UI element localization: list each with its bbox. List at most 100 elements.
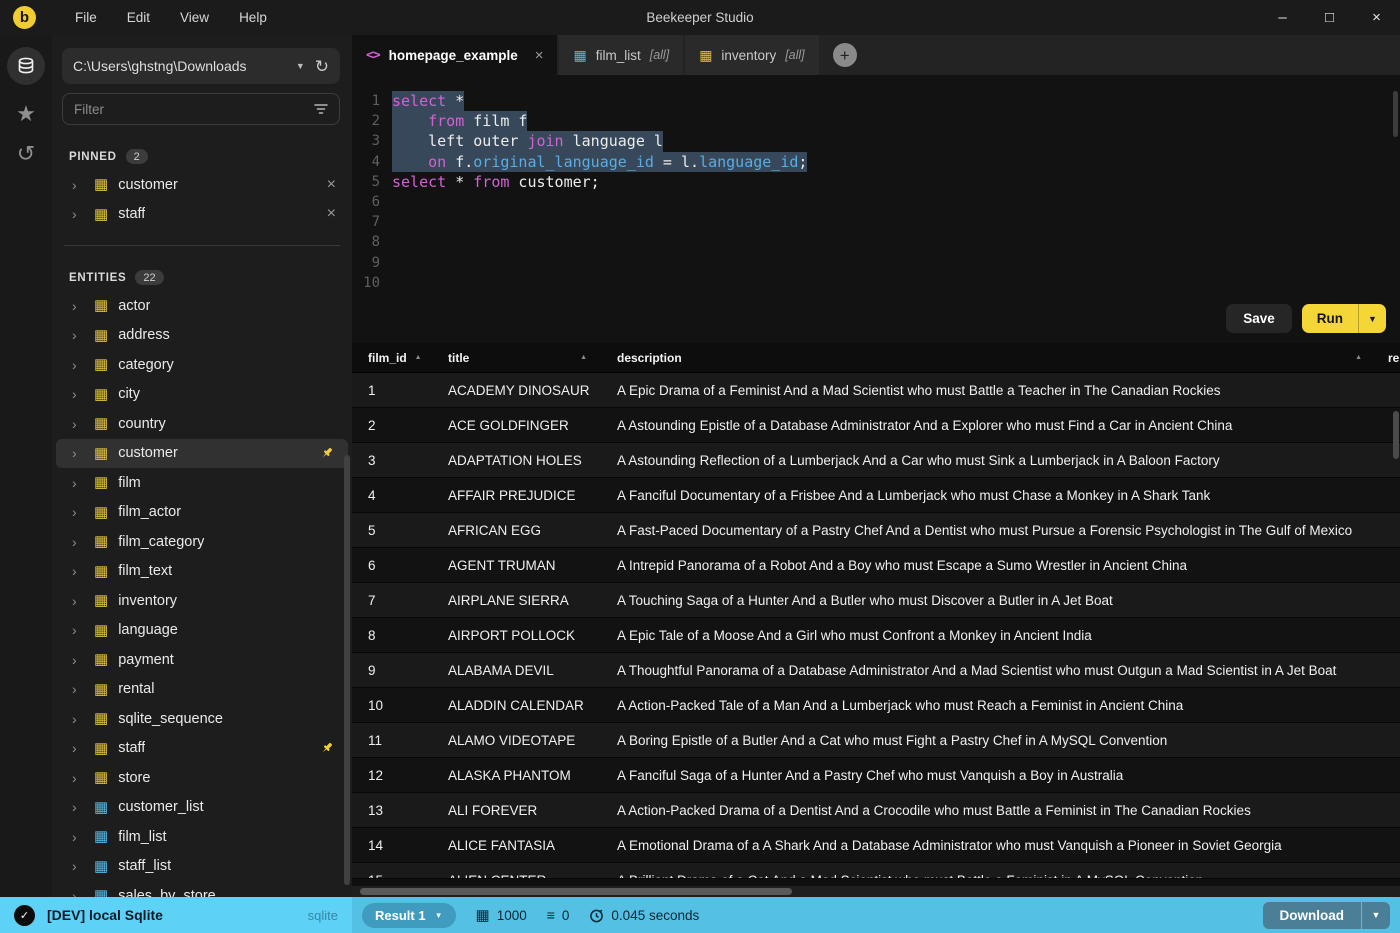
column-header-title[interactable]: title ▲ (448, 351, 617, 365)
tab-homepage_example[interactable]: <> homepage_example × (352, 35, 558, 75)
entity-item-actor[interactable]: › ▦ actor (56, 291, 348, 321)
chevron-right-icon[interactable]: › (72, 417, 87, 431)
entity-item-film_text[interactable]: › ▦ film_text (56, 557, 348, 587)
refresh-icon[interactable]: ↻ (315, 58, 329, 75)
table-row[interactable]: 6 AGENT TRUMAN A Intrepid Panorama of a Ro… (352, 548, 1400, 583)
chevron-right-icon[interactable]: › (72, 859, 87, 873)
entity-item-staff_list[interactable]: › ▦ staff_list (56, 852, 348, 882)
pin-icon[interactable] (320, 741, 334, 755)
table-row[interactable]: 4 AFFAIR PREJUDICE A Fanciful Documentary … (352, 478, 1400, 513)
entity-item-film_category[interactable]: › ▦ film_category (56, 527, 348, 557)
sql-editor[interactable]: 1 select * 2 from film f3 left outer join … (352, 75, 1400, 343)
table-icon: ▦ (94, 710, 109, 728)
chevron-right-icon[interactable]: › (72, 623, 87, 637)
menu-view[interactable]: View (165, 0, 224, 35)
pin-icon[interactable] (320, 446, 334, 460)
chevron-right-icon[interactable]: › (72, 741, 87, 755)
menu-file[interactable]: File (60, 0, 112, 35)
menu-edit[interactable]: Edit (112, 0, 165, 35)
chevron-right-icon[interactable]: › (72, 682, 87, 696)
entity-item-customer[interactable]: › ▦ customer (56, 438, 348, 468)
table-row[interactable]: 10 ALADDIN CALENDAR A Action-Packed Tale o… (352, 688, 1400, 723)
chevron-right-icon[interactable]: › (72, 594, 87, 608)
table-row[interactable]: 11 ALAMO VIDEOTAPE A Boring Epistle of a B… (352, 723, 1400, 758)
favorites-star-icon[interactable]: ★ (16, 103, 36, 125)
column-header-description[interactable]: description ▲ (617, 351, 1386, 365)
table-row[interactable]: 1 ACADEMY DINOSAUR A Epic Drama of a Femin… (352, 373, 1400, 408)
chevron-right-icon[interactable]: › (72, 535, 87, 549)
maximize-icon[interactable]: □ (1306, 0, 1353, 35)
column-header-partial[interactable]: re (1386, 351, 1400, 365)
table-row[interactable]: 13 ALI FOREVER A Action-Packed Drama of a … (352, 793, 1400, 828)
column-header-film-id[interactable]: film_id ▲ (352, 351, 448, 365)
entity-item-city[interactable]: › ▦ city (56, 380, 348, 410)
add-tab-button[interactable]: + (832, 43, 857, 67)
entity-item-store[interactable]: › ▦ store (56, 763, 348, 793)
history-icon[interactable]: ↺ (17, 143, 35, 165)
chevron-right-icon[interactable]: › (72, 830, 87, 844)
close-icon[interactable]: × (1353, 0, 1400, 35)
connection-dropdown[interactable]: C:\Users\ghstng\Downloads ▼ ↻ (62, 48, 340, 84)
chevron-right-icon[interactable]: › (72, 476, 87, 490)
chevron-right-icon[interactable]: › (72, 800, 87, 814)
chevron-right-icon[interactable]: › (72, 446, 87, 460)
entity-item-film[interactable]: › ▦ film (56, 468, 348, 498)
entity-item-payment[interactable]: › ▦ payment (56, 645, 348, 675)
database-tab-button[interactable] (7, 47, 45, 85)
table-row[interactable]: 2 ACE GOLDFINGER A Astounding Epistle of a… (352, 408, 1400, 443)
result-selector-button[interactable]: Result 1 ▼ (362, 902, 456, 928)
entity-item-film_list[interactable]: › ▦ film_list (56, 822, 348, 852)
entity-item-customer_list[interactable]: › ▦ customer_list (56, 793, 348, 823)
pinned-item-staff[interactable]: › ▦ staff × (56, 200, 348, 230)
unpin-close-icon[interactable]: × (327, 206, 336, 222)
chevron-right-icon[interactable]: › (72, 564, 87, 578)
chevron-right-icon[interactable]: › (72, 178, 87, 192)
minimize-icon[interactable]: – (1259, 0, 1306, 35)
chevron-right-icon[interactable]: › (72, 328, 87, 342)
chevron-right-icon[interactable]: › (72, 207, 87, 221)
entity-item-sqlite_sequence[interactable]: › ▦ sqlite_sequence (56, 704, 348, 734)
chevron-right-icon[interactable]: › (72, 505, 87, 519)
pinned-item-customer[interactable]: › ▦ customer × (56, 170, 348, 200)
chevron-right-icon[interactable]: › (72, 358, 87, 372)
table-row[interactable]: 12 ALASKA PHANTOM A Fanciful Saga of a Hun… (352, 758, 1400, 793)
entity-item-inventory[interactable]: › ▦ inventory (56, 586, 348, 616)
run-options-caret[interactable]: ▼ (1359, 304, 1386, 333)
chevron-right-icon[interactable]: › (72, 299, 87, 313)
chevron-right-icon[interactable]: › (72, 889, 87, 897)
menu-help[interactable]: Help (224, 0, 282, 35)
table-row[interactable]: 9 ALABAMA DEVIL A Thoughtful Panorama of a… (352, 653, 1400, 688)
tab-inventory[interactable]: ▦ inventory [all] (685, 35, 819, 75)
table-row[interactable]: 5 AFRICAN EGG A Fast-Paced Documentary of … (352, 513, 1400, 548)
run-button[interactable]: Run (1302, 304, 1358, 333)
entity-item-staff[interactable]: › ▦ staff (56, 734, 348, 764)
chevron-right-icon[interactable]: › (72, 771, 87, 785)
entity-item-language[interactable]: › ▦ language (56, 616, 348, 646)
table-row[interactable]: 14 ALICE FANTASIA A Emotional Drama of a A… (352, 828, 1400, 863)
download-options-caret[interactable]: ▼ (1362, 902, 1390, 929)
entity-item-country[interactable]: › ▦ country (56, 409, 348, 439)
editor-scrollbar[interactable] (1393, 91, 1398, 137)
entity-item-category[interactable]: › ▦ category (56, 350, 348, 380)
table-row[interactable]: 15ALIEN CENTERA Brilliant Drama of a Cat… (352, 863, 1400, 879)
horizontal-scrollbar-thumb[interactable] (360, 888, 792, 895)
close-tab-icon[interactable]: × (535, 48, 544, 63)
entity-item-rental[interactable]: › ▦ rental (56, 675, 348, 705)
chevron-right-icon[interactable]: › (72, 387, 87, 401)
chevron-right-icon[interactable]: › (72, 712, 87, 726)
entity-item-address[interactable]: › ▦ address (56, 321, 348, 351)
save-button[interactable]: Save (1226, 304, 1292, 333)
sidebar-scrollbar[interactable] (344, 455, 350, 885)
filter-input[interactable] (74, 101, 314, 117)
table-row[interactable]: 8 AIRPORT POLLOCK A Epic Tale of a Moose A… (352, 618, 1400, 653)
connection-status[interactable]: ✓ [DEV] local Sqlite sqlite (0, 897, 352, 933)
tab-film_list[interactable]: ▦ film_list [all] (559, 35, 684, 75)
unpin-close-icon[interactable]: × (327, 176, 336, 193)
table-row[interactable]: 7 AIRPLANE SIERRA A Touching Saga of a Hun… (352, 583, 1400, 618)
download-button[interactable]: Download (1263, 902, 1362, 929)
table-row[interactable]: 3 ADAPTATION HOLES A Astounding Reflection… (352, 443, 1400, 478)
chevron-right-icon[interactable]: › (72, 653, 87, 667)
entity-item-sales_by_store[interactable]: › ▦ sales_by_store (56, 881, 348, 897)
vertical-scrollbar-thumb[interactable] (1393, 411, 1399, 459)
entity-item-film_actor[interactable]: › ▦ film_actor (56, 498, 348, 528)
